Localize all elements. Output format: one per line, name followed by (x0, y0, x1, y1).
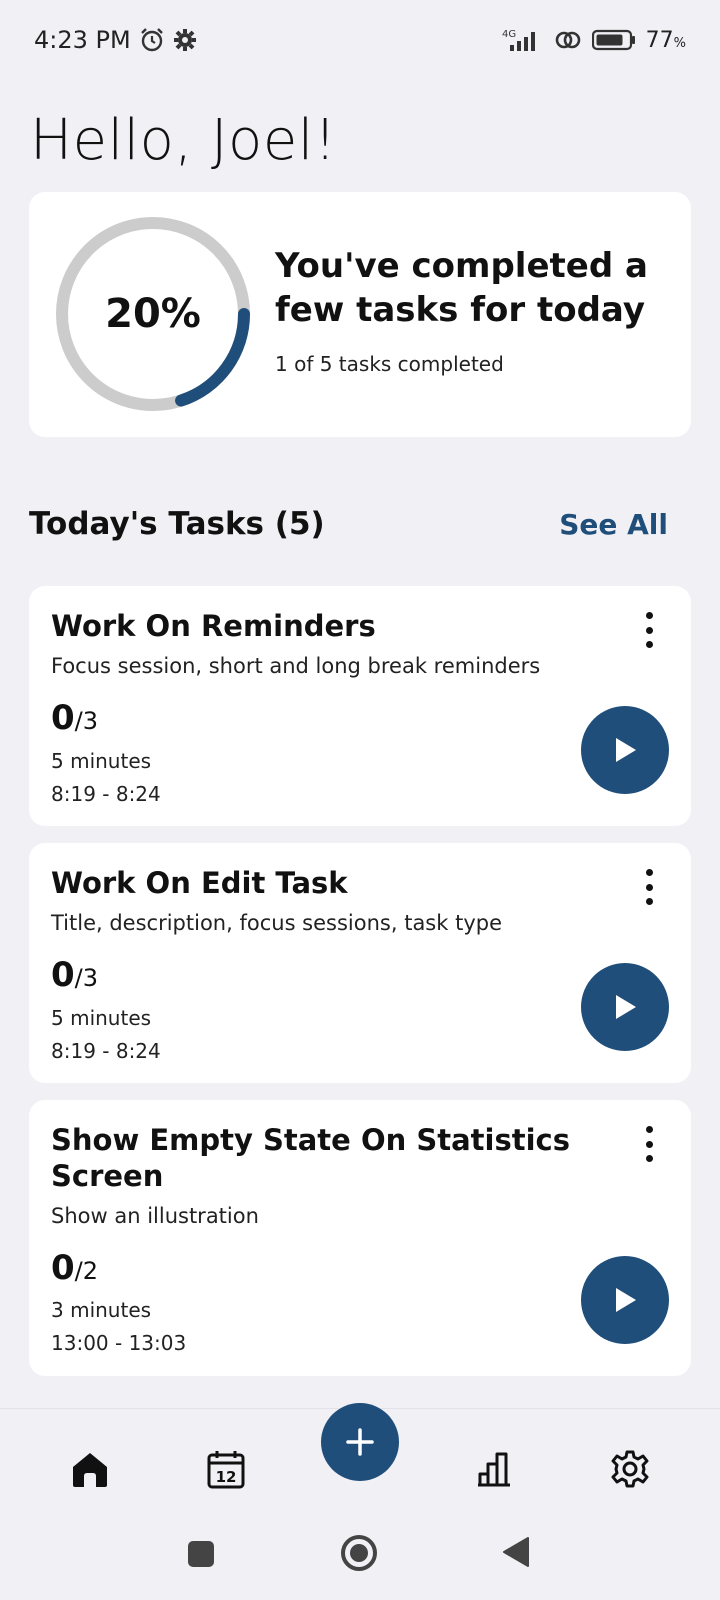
task-time-range: 13:00 - 13:03 (51, 1331, 187, 1355)
nav-home[interactable] (62, 1441, 118, 1497)
alarm-clock-icon (139, 27, 165, 53)
task-time-range: 8:19 - 8:24 (51, 1039, 161, 1063)
play-button[interactable] (581, 963, 669, 1051)
play-button[interactable] (581, 1256, 669, 1344)
status-bar: 4:23 PM 4G 77% (0, 0, 720, 80)
greeting: Hello, Joel! (30, 108, 337, 173)
progress-card: 20% You've completed a few tasks for tod… (29, 192, 691, 437)
home-system-button[interactable] (340, 1534, 378, 1576)
play-button[interactable] (581, 706, 669, 794)
more-options-icon[interactable] (637, 1126, 661, 1162)
battery-icon (591, 29, 636, 51)
play-icon (616, 995, 636, 1019)
task-sessions-done: 0 (51, 955, 75, 995)
progress-headline: You've completed a few tasks for today (275, 246, 648, 330)
task-description: Show an illustration (51, 1204, 259, 1228)
task-description: Focus session, short and long break remi… (51, 654, 541, 678)
task-sessions-total: /3 (74, 707, 99, 735)
settings-icon (611, 1450, 649, 1488)
task-title: Work On Edit Task (51, 866, 348, 900)
task-sessions-total: /3 (74, 964, 99, 992)
task-sessions: 0/3 (51, 698, 98, 738)
task-duration: 5 minutes (51, 749, 152, 773)
system-navigation-bar (0, 1520, 720, 1600)
task-sessions-total: /2 (74, 1257, 99, 1285)
signal-icon: 4G (498, 27, 544, 53)
task-duration: 5 minutes (51, 1006, 152, 1030)
battery-unit: % (673, 35, 686, 51)
task-sessions: 0/3 (51, 955, 98, 995)
status-right: 4G 77% (498, 27, 686, 53)
see-all-link[interactable]: See All (559, 508, 668, 541)
recents-button[interactable] (187, 1540, 215, 1572)
square-icon (188, 1541, 214, 1567)
network-type: 4G (502, 29, 516, 40)
home-icon (73, 1453, 107, 1487)
statistics-icon (478, 1452, 510, 1487)
task-description: Title, description, focus sessions, task… (51, 911, 502, 935)
task-title: Work On Reminders (51, 609, 376, 643)
more-options-icon[interactable] (637, 612, 661, 648)
back-button[interactable] (502, 1536, 530, 1572)
tasks-section-title: Today's Tasks (5) (29, 506, 325, 542)
status-left: 4:23 PM (34, 26, 197, 54)
more-options-icon[interactable] (637, 869, 661, 905)
link-icon (554, 28, 582, 52)
battery-percent: 77% (646, 28, 686, 53)
task-duration: 3 minutes (51, 1298, 152, 1322)
progress-subtitle: 1 of 5 tasks completed (275, 352, 504, 376)
add-icon (346, 1428, 374, 1456)
play-icon (616, 738, 636, 762)
circle-icon (341, 1535, 377, 1571)
back-triangle-icon (503, 1537, 529, 1567)
task-sessions-done: 0 (51, 698, 75, 738)
task-card[interactable]: Show Empty State On Statistics Screen Sh… (29, 1100, 691, 1376)
calendar-icon: 12 (207, 1451, 245, 1489)
progress-percent: 20% (105, 291, 201, 337)
task-time-range: 8:19 - 8:24 (51, 782, 161, 806)
task-card[interactable]: Work On Edit Task Title, description, fo… (29, 843, 691, 1083)
add-task-button[interactable] (321, 1403, 399, 1481)
calendar-day: 12 (216, 1468, 237, 1486)
task-sessions: 0/2 (51, 1248, 98, 1288)
nav-statistics[interactable] (466, 1441, 522, 1497)
status-time: 4:23 PM (34, 26, 131, 54)
bottom-navigation: 12 (0, 1403, 720, 1508)
play-icon (616, 1288, 636, 1312)
task-card[interactable]: Work On Reminders Focus session, short a… (29, 586, 691, 826)
battery-value: 77 (645, 27, 674, 53)
nav-settings[interactable] (602, 1441, 658, 1497)
gear-icon (173, 28, 197, 52)
task-title: Show Empty State On Statistics Screen (51, 1123, 570, 1193)
task-sessions-done: 0 (51, 1248, 75, 1288)
nav-calendar[interactable]: 12 (198, 1441, 254, 1497)
